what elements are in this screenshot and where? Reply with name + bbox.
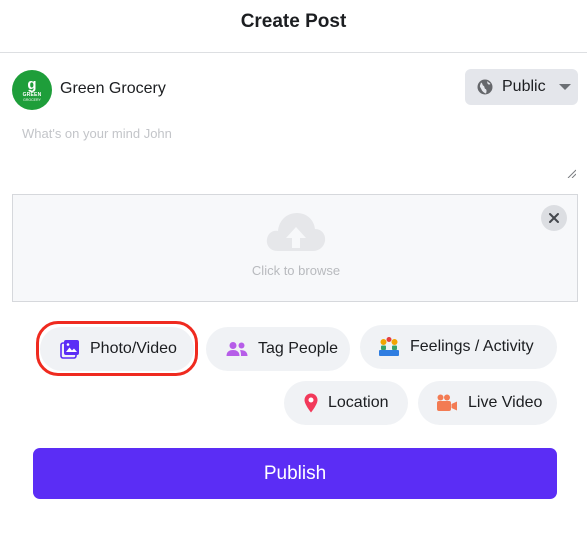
privacy-dropdown[interactable]: Public	[465, 69, 578, 105]
avatar: g GREEN GROCERY	[12, 70, 52, 110]
privacy-label: Public	[502, 78, 546, 95]
account-name: Green Grocery	[60, 80, 166, 97]
video-camera-icon	[437, 394, 457, 411]
avatar-logo-subtext: GROCERY	[23, 98, 41, 102]
live-video-button[interactable]: Live Video	[418, 381, 557, 425]
photo-video-label: Photo/Video	[90, 340, 177, 357]
modal-title: Create Post	[240, 11, 347, 32]
post-text-input[interactable]	[12, 118, 578, 180]
photo-video-button[interactable]: Photo/Video	[40, 327, 194, 371]
resize-handle-icon[interactable]	[566, 168, 576, 178]
globe-icon	[477, 79, 493, 95]
tag-people-label: Tag People	[258, 340, 339, 357]
feelings-icon	[379, 337, 399, 356]
tag-people-button[interactable]: Tag People	[206, 327, 350, 371]
modal-header: Create Post	[0, 0, 587, 53]
feelings-activity-button[interactable]: Feelings / Activity	[360, 325, 557, 369]
photo-icon	[60, 340, 79, 359]
avatar-logo-mark: g	[27, 76, 37, 93]
close-icon	[549, 213, 559, 223]
location-label: Location	[328, 394, 389, 411]
chevron-down-icon	[558, 84, 571, 90]
location-button[interactable]: Location	[284, 381, 408, 425]
remove-upload-button[interactable]	[541, 205, 567, 231]
cloud-upload-icon	[266, 213, 326, 251]
feelings-activity-label: Feelings / Activity	[410, 338, 534, 355]
people-icon	[226, 342, 248, 356]
upload-dropzone[interactable]: Click to browse	[12, 194, 578, 302]
publish-button[interactable]: Publish	[33, 448, 557, 499]
location-pin-icon	[304, 393, 318, 413]
live-video-label: Live Video	[468, 394, 543, 411]
upload-label: Click to browse	[251, 263, 341, 278]
